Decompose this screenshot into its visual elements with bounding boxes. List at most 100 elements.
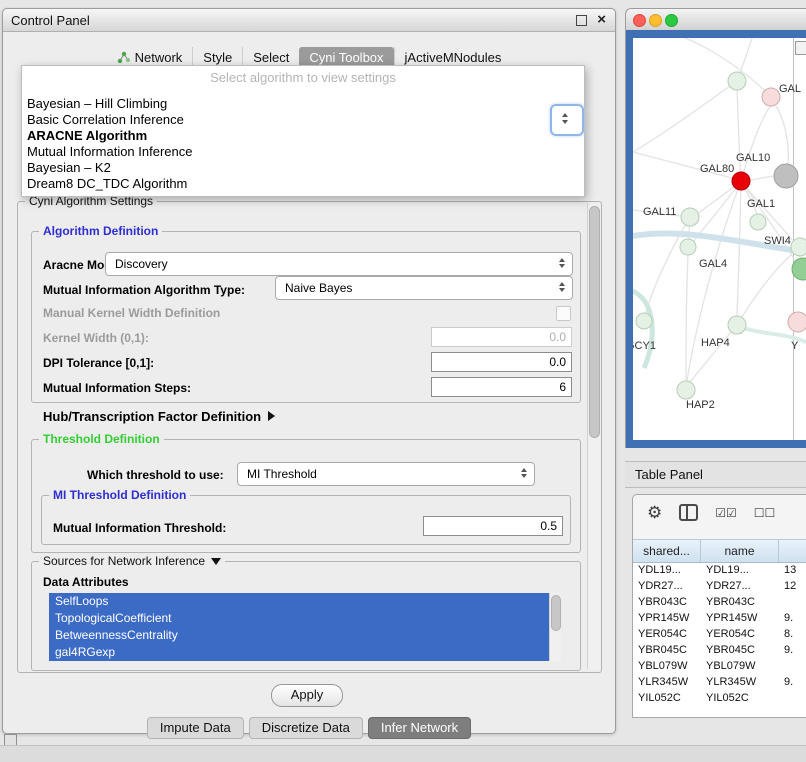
apply-button[interactable]: Apply (271, 684, 343, 707)
node-label: GAL80 (700, 163, 734, 175)
mi-algorithm-type-combo[interactable]: Naive Bayes (275, 276, 573, 300)
node-label: GAL4 (699, 258, 727, 270)
cell-value: 13 (779, 562, 806, 578)
float-window-icon[interactable] (576, 15, 587, 26)
cell-shared-name: YER054C (633, 626, 701, 642)
algorithm-option[interactable]: ARACNE Algorithm (25, 128, 581, 144)
kernel-width-label: Kernel Width (0,1): (43, 331, 149, 345)
cell-name: YBL079W (701, 658, 779, 674)
threshold-definition-title: Threshold Definition (39, 432, 164, 446)
select-all-icon[interactable]: ☑☑ (715, 506, 737, 520)
manual-kernel-width-checkbox (556, 306, 571, 321)
table-row[interactable]: YER054C YER054C 8. (633, 626, 806, 642)
show-columns-icon[interactable] (679, 504, 698, 521)
algorithm-option[interactable]: Mutual Information Inference (25, 144, 581, 160)
mi-threshold-label: Mutual Information Threshold: (53, 521, 226, 535)
tab-label: Cyni Toolbox (309, 50, 383, 65)
network-node-gal10-neighbor (774, 164, 798, 188)
cell-value: 9. (779, 610, 806, 626)
sources-toggle[interactable]: Sources for Network Inference (39, 554, 225, 568)
algorithm-option[interactable]: Dream8 DC_TDC Algorithm (25, 176, 581, 192)
table-row[interactable]: YBL079W YBL079W (633, 658, 806, 674)
close-window-icon[interactable]: × (597, 11, 606, 29)
table-row[interactable]: YIL052C YIL052C (633, 690, 806, 706)
cell-value: 12 (779, 578, 806, 594)
attribute-list-item[interactable]: SelfLoops (49, 593, 549, 610)
network-node-red (732, 172, 750, 190)
cell-shared-name: YBR045C (633, 642, 701, 658)
deselect-all-icon[interactable]: ☐☐ (754, 506, 776, 520)
network-strip-box[interactable] (795, 41, 806, 55)
cell-name: YDR27... (701, 578, 779, 594)
dpi-tolerance-input[interactable] (431, 352, 572, 372)
tab-label: Select (253, 50, 289, 65)
node-label: Y (791, 340, 799, 352)
cell-value (779, 594, 806, 610)
attribute-list-item[interactable]: gal4RGexp (49, 644, 549, 661)
column-header-name[interactable]: name (701, 540, 779, 562)
algorithm-dropdown-list: Select algorithm to view settings Bayesi… (21, 65, 585, 197)
mac-minimize-icon[interactable] (649, 14, 662, 27)
mac-zoom-icon[interactable] (665, 14, 678, 27)
aracne-mode-value: Discovery (115, 257, 168, 271)
cell-name: YBR045C (701, 642, 779, 658)
cell-shared-name: YDL19... (633, 562, 701, 578)
which-threshold-value: MI Threshold (247, 467, 317, 481)
hub-section-label: Hub/Transcription Factor Definition (43, 409, 261, 424)
data-attributes-list: SelfLoops TopologicalCoefficient Between… (49, 593, 549, 661)
settings-scrollbar-thumb[interactable] (589, 206, 600, 438)
cell-shared-name: YLR345W (633, 674, 701, 690)
table-row[interactable]: YDR27... YDR27... 12 (633, 578, 806, 594)
tab-impute-data[interactable]: Impute Data (147, 717, 244, 739)
table-row[interactable]: YDL19... YDL19... 13 (633, 562, 806, 578)
network-node (728, 316, 746, 334)
column-header-shared-name[interactable]: shared... (633, 540, 701, 562)
network-window-titlebar (625, 8, 806, 31)
application-root: Control Panel × Network Style Select (0, 0, 806, 762)
node-label: HAP4 (701, 337, 730, 349)
mac-close-icon[interactable] (633, 14, 646, 27)
table-body: YDL19... YDL19... 13 YDR27... YDR27... 1… (633, 562, 806, 717)
attribute-list-scrollbar-thumb[interactable] (551, 595, 561, 631)
hub-section-toggle[interactable]: Hub/Transcription Factor Definition (43, 409, 275, 424)
network-node-green (792, 258, 806, 280)
which-threshold-combo[interactable]: MI Threshold (237, 462, 535, 486)
combo-arrows-icon (562, 113, 568, 124)
network-node (680, 239, 696, 255)
cell-name: YDL19... (701, 562, 779, 578)
cell-shared-name: YBR043C (633, 594, 701, 610)
tab-infer-network[interactable]: Infer Network (368, 717, 471, 739)
attribute-list-item[interactable]: TopologicalCoefficient (49, 610, 549, 627)
tab-label: Network (135, 50, 183, 65)
mi-threshold-input[interactable] (423, 516, 563, 536)
column-header-extra[interactable] (779, 540, 806, 562)
algorithm-option[interactable]: Bayesian – K2 (25, 160, 581, 176)
network-node (791, 238, 806, 256)
node-label: GCY1 (633, 340, 656, 352)
table-row[interactable]: YBR045C YBR045C 9. (633, 642, 806, 658)
attribute-list-scrollbar[interactable] (549, 593, 561, 661)
combo-focus-ring (550, 104, 584, 136)
sources-title: Sources for Network Inference (43, 554, 205, 568)
network-graph: GAL80 GAL10 GAL11 GAL1 SWI4 GAL4 GCY1 HA… (633, 38, 806, 440)
table-row[interactable]: YBR043C YBR043C (633, 594, 806, 610)
table-row[interactable]: YPR145W YPR145W 9. (633, 610, 806, 626)
attribute-list-item[interactable]: BetweennessCentrality (49, 627, 549, 644)
mi-steps-input[interactable] (431, 377, 572, 397)
algorithm-option[interactable]: Bayesian – Hill Climbing (25, 96, 581, 112)
cell-name: YPR145W (701, 610, 779, 626)
table-settings-gear-icon[interactable]: ⚙ (647, 504, 662, 521)
settings-scrollbar[interactable] (587, 203, 600, 669)
control-panel-titlebar: Control Panel × (3, 9, 615, 32)
chevron-right-icon (268, 411, 275, 421)
data-attributes-label: Data Attributes (43, 575, 129, 589)
node-label: SWI4 (764, 235, 791, 247)
cyni-bottom-tabs: Impute Data Discretize Data Infer Networ… (3, 717, 615, 739)
cell-name: YER054C (701, 626, 779, 642)
table-row[interactable]: YLR345W YLR345W 9. (633, 674, 806, 690)
algorithm-options: Bayesian – Hill Climbing Basic Correlati… (25, 96, 581, 192)
aracne-mode-combo[interactable]: Discovery (105, 252, 573, 276)
tab-discretize-data[interactable]: Discretize Data (249, 717, 363, 739)
algorithm-option[interactable]: Basic Correlation Inference (25, 112, 581, 128)
network-node (677, 381, 695, 399)
